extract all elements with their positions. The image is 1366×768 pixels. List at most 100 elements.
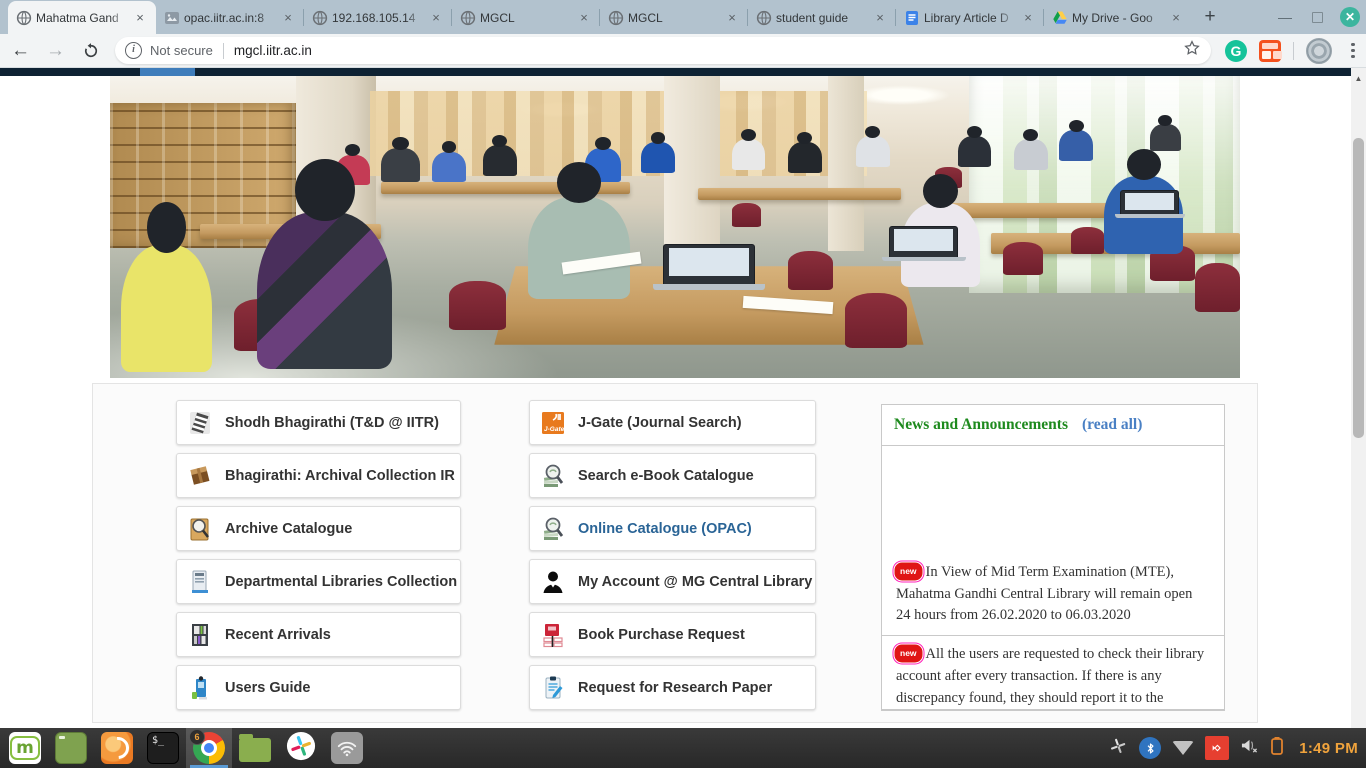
tab-mgcl-2[interactable]: MGCL × <box>600 1 748 34</box>
sessions-extension-icon[interactable] <box>1259 40 1281 62</box>
divider <box>223 43 224 59</box>
link-label: Book Purchase Request <box>578 627 745 643</box>
read-all-link[interactable]: (read all) <box>1082 416 1142 434</box>
close-icon[interactable]: × <box>1020 10 1036 26</box>
link-departmental-libraries[interactable]: Departmental Libraries Collection <box>176 559 461 604</box>
new-badge: new <box>896 564 921 579</box>
restore-button[interactable] <box>1308 8 1326 26</box>
tab-library-article[interactable]: Library Article D × <box>896 1 1044 34</box>
quick-links-column-left: Shodh Bhagirathi (T&D @ IITR) Bhagirathi… <box>176 400 461 710</box>
link-label: Search e-Book Catalogue <box>578 468 754 484</box>
tab-my-drive[interactable]: My Drive - Goo × <box>1044 1 1192 34</box>
screen: Mahatma Gand × opac.iitr.ac.in:8 × 192.1… <box>0 0 1366 768</box>
link-my-account[interactable]: My Account @ MG Central Library <box>529 559 816 604</box>
link-ebook-catalogue[interactable]: Search e-Book Catalogue <box>529 453 816 498</box>
volume-muted-icon[interactable] <box>1240 737 1259 759</box>
new-tab-button[interactable]: + <box>1196 4 1224 32</box>
info-icon[interactable]: i <box>125 42 142 59</box>
wifi-launcher-icon <box>331 732 363 764</box>
link-label: Online Catalogue (OPAC) <box>578 521 752 537</box>
terminal-launcher[interactable]: $_ <box>140 728 186 768</box>
close-icon[interactable]: × <box>872 10 888 26</box>
show-desktop-icon <box>55 732 87 764</box>
extensions-area: G <box>1225 38 1366 64</box>
tab-student-guide[interactable]: student guide × <box>748 1 896 34</box>
link-shodh-bhagirathi[interactable]: Shodh Bhagirathi (T&D @ IITR) <box>176 400 461 445</box>
close-icon[interactable]: × <box>576 10 592 26</box>
mint-menu-icon: m <box>9 732 41 764</box>
close-icon[interactable]: × <box>428 10 444 26</box>
page-scrollbar[interactable]: ▲ <box>1351 68 1366 728</box>
globe-icon <box>16 10 32 26</box>
forward-button[interactable]: → <box>41 36 70 66</box>
close-icon[interactable]: × <box>132 10 148 26</box>
link-archival-collection[interactable]: Bhagirathi: Archival Collection IR <box>176 453 461 498</box>
tab-mahatma-gandhi[interactable]: Mahatma Gand × <box>8 1 156 34</box>
link-jgate[interactable]: J-Gate J-Gate (Journal Search) <box>529 400 816 445</box>
library-photo <box>110 76 1240 378</box>
wifi-settings-launcher[interactable] <box>324 728 370 768</box>
image-favicon-icon <box>164 10 180 26</box>
nav-active-item-partial[interactable] <box>140 68 195 76</box>
link-research-paper[interactable]: Request for Research Paper <box>529 665 816 710</box>
show-desktop-button[interactable] <box>48 728 94 768</box>
tab-title: My Drive - Goo <box>1072 11 1164 25</box>
close-icon[interactable]: × <box>724 10 740 26</box>
clock[interactable]: 1:49 PM <box>1299 740 1358 757</box>
anydesk-icon[interactable] <box>1205 736 1229 760</box>
globe-icon <box>756 10 772 26</box>
news-header: News and Announcements (read all) <box>882 405 1224 446</box>
folder-icon <box>239 738 271 762</box>
grammarly-extension-icon[interactable]: G <box>1225 40 1247 62</box>
tab-ip-address[interactable]: 192.168.105.14 × <box>304 1 452 34</box>
files-launcher[interactable] <box>232 728 278 768</box>
window-controls: — ✕ <box>1276 0 1360 34</box>
tab-title: Mahatma Gand <box>36 11 128 25</box>
scroll-up-arrow[interactable]: ▲ <box>1351 72 1366 86</box>
books-magnifier-icon <box>540 463 566 489</box>
battery-icon[interactable] <box>1270 736 1284 761</box>
news-item-text: In View of Mid Term Examination (MTE), M… <box>896 564 1192 624</box>
profile-avatar[interactable] <box>1306 38 1332 64</box>
folder-magnifier-icon <box>187 516 213 542</box>
tab-opac[interactable]: opac.iitr.ac.in:8 × <box>156 1 304 34</box>
red-book-icon <box>540 622 566 648</box>
slack-tray-icon[interactable] <box>1108 736 1128 761</box>
link-recent-arrivals[interactable]: Recent Arrivals <box>176 612 461 657</box>
bluetooth-icon[interactable] <box>1139 737 1161 759</box>
browser-menu-icon[interactable] <box>1344 40 1362 62</box>
news-panel: News and Announcements (read all) newIn … <box>881 404 1225 711</box>
bookmark-star-icon[interactable] <box>1183 39 1201 62</box>
globe-icon <box>608 10 624 26</box>
firefox-launcher[interactable] <box>94 728 140 768</box>
page-nav-bar-partial <box>0 68 1366 76</box>
google-drive-icon <box>1052 10 1068 26</box>
url-text[interactable]: mgcl.iitr.ac.in <box>234 43 1181 58</box>
link-label: Recent Arrivals <box>225 627 331 643</box>
tab-mgcl-1[interactable]: MGCL × <box>452 1 600 34</box>
mint-menu-button[interactable]: m <box>2 728 48 768</box>
link-label: Shodh Bhagirathi (T&D @ IITR) <box>225 415 439 431</box>
taskbar-launchers: m $_ 6 <box>2 728 370 768</box>
window-close-button[interactable]: ✕ <box>1340 7 1360 27</box>
link-archive-catalogue[interactable]: Archive Catalogue <box>176 506 461 551</box>
slack-launcher[interactable] <box>278 728 324 768</box>
close-icon[interactable]: × <box>1168 10 1184 26</box>
link-opac[interactable]: Online Catalogue (OPAC) <box>529 506 816 551</box>
address-bar[interactable]: i Not secure mgcl.iitr.ac.in <box>115 37 1211 64</box>
archive-parcel-icon <box>187 463 213 489</box>
quick-links-column-middle: J-Gate J-Gate (Journal Search) Search e-… <box>529 400 816 710</box>
network-signal-icon[interactable] <box>1172 741 1194 755</box>
taskbar: m $_ 6 1:49 PM <box>0 728 1366 768</box>
scrollbar-thumb[interactable] <box>1353 138 1364 438</box>
chrome-launcher[interactable]: 6 <box>186 728 232 768</box>
close-icon[interactable]: × <box>280 10 296 26</box>
link-users-guide[interactable]: Users Guide <box>176 665 461 710</box>
link-book-purchase[interactable]: Book Purchase Request <box>529 612 816 657</box>
link-label: Bhagirathi: Archival Collection IR <box>225 468 455 484</box>
reload-button[interactable] <box>76 36 105 66</box>
link-label: J-Gate (Journal Search) <box>578 415 742 431</box>
chrome-window-count-badge: 6 <box>189 729 205 745</box>
back-button[interactable]: ← <box>6 36 35 66</box>
minimize-button[interactable]: — <box>1276 8 1294 26</box>
